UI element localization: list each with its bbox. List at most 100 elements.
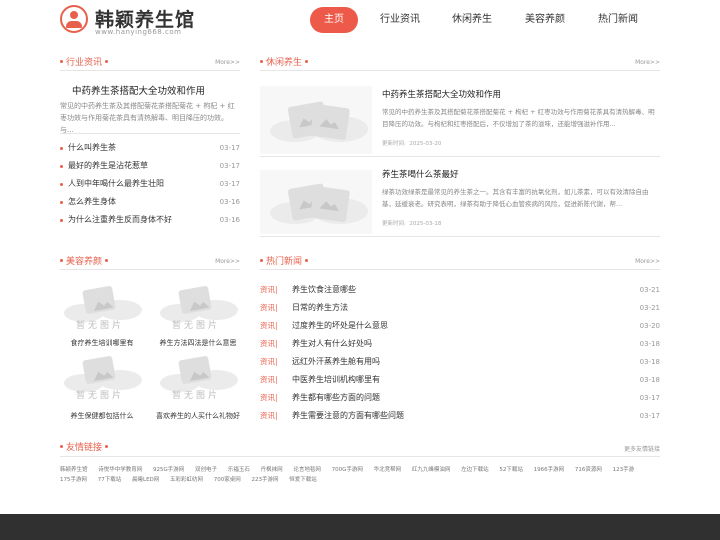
bullet-icon — [60, 219, 63, 222]
friend-link[interactable]: 77下载站 — [98, 475, 122, 485]
list-item[interactable]: 资讯| 中医养生培训机构哪里有 03-18 — [260, 373, 660, 391]
title-dot-icon — [60, 60, 63, 63]
bullet-icon — [60, 183, 63, 186]
article-desc: 绿茶功效绿茶是最常见的养生茶之一。其含有丰富的抗氧化剂，如儿茶素，可以有效清除自… — [382, 188, 649, 208]
list-item[interactable]: 什么叫养生茶 03-17 — [60, 141, 240, 159]
divider — [260, 70, 660, 71]
divider — [260, 236, 660, 237]
friend-link[interactable]: 诗悦华中学教育网 — [98, 465, 142, 475]
friend-link[interactable]: 123手游 — [613, 465, 635, 475]
bullet-icon — [60, 165, 63, 168]
hot-news-more-link[interactable]: More>> — [620, 258, 660, 265]
image-placeholder-icon — [309, 185, 351, 223]
site-url: www.hanying668.com — [95, 28, 182, 36]
article-meta: 更新时间: 2025-03-18 — [382, 221, 442, 227]
divider — [60, 133, 240, 134]
bullet-icon — [60, 147, 63, 150]
divider — [60, 70, 240, 71]
leisure-title: 休闲养生 — [260, 55, 309, 71]
site-footer — [0, 514, 720, 540]
friend-link[interactable]: 52下载站 — [499, 465, 523, 475]
article-image-placeholder[interactable] — [260, 86, 372, 154]
beauty-image-placeholder[interactable]: 暂无图片 — [60, 356, 144, 404]
divider — [60, 269, 240, 270]
industry-list: 什么叫养生茶 03-17 最好的养生是沾花惹草 03-17 人到中年喝什么最养生壮阳… — [60, 141, 240, 231]
beauty-more-link[interactable]: More>> — [200, 258, 240, 265]
list-item[interactable]: 资讯| 日常的养生方法 03-21 — [260, 301, 660, 319]
industry-title: 行业资讯 — [60, 55, 109, 71]
article-title[interactable]: 养生茶喝什么茶最好 — [382, 168, 459, 180]
list-item[interactable]: 最好的养生是沾花惹草 03-17 — [60, 159, 240, 177]
beauty-image-placeholder[interactable]: 暂无图片 — [156, 286, 240, 334]
beauty-item-caption[interactable]: 养生保健都包括什么 — [60, 411, 144, 421]
friend-link[interactable]: 恒爱下载站 — [289, 475, 317, 485]
industry-feature-desc: 常见的中药养生茶及其搭配菊花茶搭配菊花 + 枸杞 + 红枣功效与作用菊花茶具有清… — [60, 102, 235, 134]
divider — [60, 456, 660, 457]
title-dot-icon — [260, 60, 263, 63]
bullet-icon — [60, 201, 63, 204]
friend-link[interactable]: 700G手游网 — [332, 465, 363, 475]
list-item[interactable]: 资讯| 养生对人有什么好处吗 03-18 — [260, 337, 660, 355]
article-meta: 更新时间: 2025-03-20 — [382, 141, 442, 147]
beauty-image-placeholder[interactable]: 暂无图片 — [60, 286, 144, 334]
friend-link[interactable]: 700家桌网 — [214, 475, 241, 485]
friend-link[interactable]: 论言地毯网 — [293, 465, 321, 475]
friend-link[interactable]: 华北竞帮网 — [374, 465, 402, 475]
article-image-placeholder[interactable] — [260, 170, 372, 234]
nav-leisure[interactable]: 休闲养生 — [444, 7, 500, 33]
friend-link[interactable]: 左边下载站 — [461, 465, 489, 475]
friend-links-list: 韩颖养生馆 诗悦华中学教育网 925G手游网 双创电子 乐福玉石 丹枫袜网 论言… — [60, 465, 660, 485]
industry-more-link[interactable]: More>> — [200, 59, 240, 66]
more-friend-links[interactable]: 更多友情链接 — [600, 444, 660, 453]
article-desc: 常见的中药养生茶及其搭配菊花茶搭配菊花 + 枸杞 + 红枣功效与作用菊花茶具有清… — [382, 108, 655, 128]
nav-home[interactable]: 主页 — [310, 7, 358, 33]
list-item[interactable]: 为什么注重养生反而身体不好 03-16 — [60, 213, 240, 231]
friend-link[interactable]: 五彩彩虹纺网 — [170, 475, 203, 485]
hot-news-title: 热门新闻 — [260, 254, 309, 270]
site-header: 韩颖养生馆 www.hanying668.com 主页 行业资讯 休闲养生 美容… — [60, 0, 660, 42]
friend-link[interactable]: 175手游网 — [60, 475, 87, 485]
list-item[interactable]: 资讯| 养生都有哪些方面的问题 03-17 — [260, 391, 660, 409]
title-dot-icon — [105, 259, 109, 262]
friend-link[interactable]: 223手游网 — [252, 475, 279, 485]
title-dot-icon — [305, 259, 309, 262]
list-item[interactable]: 资讯| 过度养生的坏处是什么意思 03-20 — [260, 319, 660, 337]
list-item[interactable]: 怎么养生身体 03-16 — [60, 195, 240, 213]
image-placeholder-icon — [309, 103, 351, 141]
list-item[interactable]: 资讯| 养生饮食注意哪些 03-21 — [260, 283, 660, 301]
beauty-item-caption[interactable]: 养生方法四法是什么意思 — [154, 338, 242, 348]
title-dot-icon — [60, 259, 63, 262]
title-dot-icon — [60, 445, 63, 448]
title-dot-icon — [305, 60, 309, 63]
title-dot-icon — [260, 259, 263, 262]
list-item[interactable]: 资讯| 养生需要注意的方面有哪些问题 03-17 — [260, 409, 660, 427]
hot-news-list: 资讯| 养生饮食注意哪些 03-21 资讯| 日常的养生方法 03-21 资讯| 过度养生… — [260, 283, 660, 427]
nav-hot-news[interactable]: 热门新闻 — [590, 7, 646, 33]
friend-link[interactable]: 晨曦LED网 — [132, 475, 159, 485]
friend-link[interactable]: 925G手游网 — [153, 465, 184, 475]
title-dot-icon — [105, 60, 109, 63]
beauty-item-caption[interactable]: 喜欢养生的人买什么礼物好 — [150, 411, 246, 421]
divider — [260, 156, 660, 157]
list-item[interactable]: 资讯| 远红外汗蒸养生舱有用吗 03-18 — [260, 355, 660, 373]
article-title[interactable]: 中药养生茶搭配大全功效和作用 — [382, 88, 501, 100]
friend-link[interactable]: 红九九峰模油网 — [412, 465, 451, 475]
beauty-image-placeholder[interactable]: 暂无图片 — [156, 356, 240, 404]
nav-industry[interactable]: 行业资讯 — [372, 7, 428, 33]
friend-link[interactable]: 乐福玉石 — [228, 465, 250, 475]
friend-link[interactable]: 双创电子 — [195, 465, 217, 475]
divider — [260, 269, 660, 270]
leisure-more-link[interactable]: More>> — [620, 59, 660, 66]
beauty-title: 美容养颜 — [60, 254, 109, 270]
title-dot-icon — [105, 445, 109, 448]
logo-icon[interactable] — [60, 5, 88, 33]
friend-link[interactable]: 丹枫袜网 — [261, 465, 283, 475]
nav-beauty[interactable]: 美容养颜 — [517, 7, 573, 33]
friend-links-title: 友情链接 — [60, 440, 109, 456]
friend-link[interactable]: 1966手游网 — [534, 465, 565, 475]
friend-link[interactable]: 韩颖养生馆 — [60, 465, 88, 475]
friend-link[interactable]: 716资源网 — [575, 465, 602, 475]
beauty-item-caption[interactable]: 食疗养生培训哪里有 — [60, 338, 144, 348]
list-item[interactable]: 人到中年喝什么最养生壮阳 03-17 — [60, 177, 240, 195]
industry-feature-title[interactable]: 中药养生茶搭配大全功效和作用 — [72, 83, 205, 97]
